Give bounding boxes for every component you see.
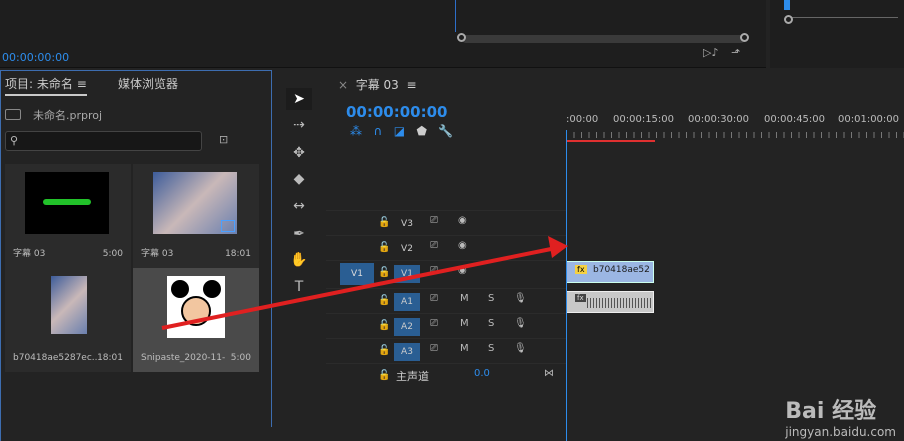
watermark: Bai 经验 jingyan.baidu.com (785, 393, 896, 439)
annotation-arrow (161, 236, 568, 330)
watermark-url: jingyan.baidu.com (785, 425, 896, 439)
watermark-logo: Bai 经验 (785, 399, 877, 424)
